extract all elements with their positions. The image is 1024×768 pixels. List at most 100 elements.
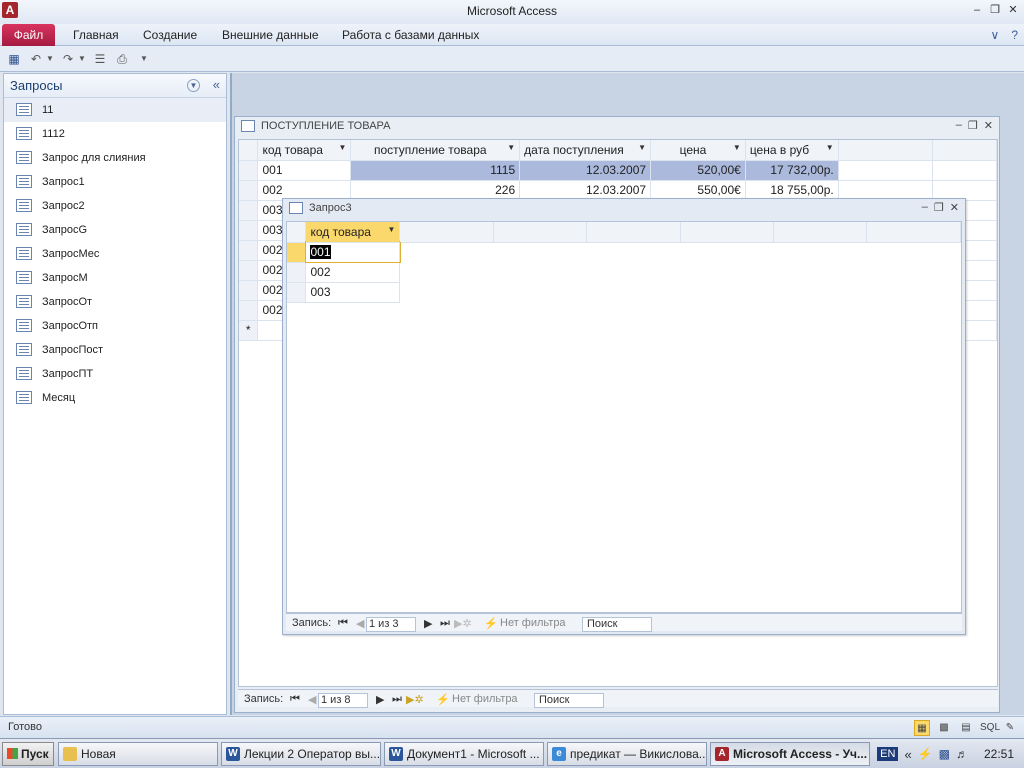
no-filter-icon[interactable]: ⚡ bbox=[484, 617, 498, 630]
taskbar-button[interactable]: e предикат — Викислова... bbox=[547, 742, 707, 766]
next-record-icon[interactable]: ▶ bbox=[424, 617, 432, 630]
table-cell[interactable]: 002 bbox=[305, 262, 401, 283]
sort-filter-icon[interactable]: ▼ bbox=[638, 143, 646, 152]
nav-item-query[interactable]: Запрос для слияния bbox=[4, 146, 226, 170]
nav-item-query[interactable]: Запрос1 bbox=[4, 170, 226, 194]
row-selector[interactable] bbox=[239, 280, 259, 301]
taskbar-button[interactable]: W Лекции 2 Оператор вы... bbox=[221, 742, 381, 766]
nav-item-query[interactable]: ЗапросМес bbox=[4, 242, 226, 266]
customize-qat-icon[interactable]: ▼ bbox=[136, 51, 152, 67]
restore-icon[interactable]: ❐ bbox=[968, 119, 978, 132]
row-selector[interactable] bbox=[239, 180, 259, 201]
sort-filter-icon[interactable]: ▼ bbox=[826, 143, 834, 152]
design-view-icon[interactable]: ✎ bbox=[1002, 720, 1018, 736]
table-cell[interactable]: 12.03.2007 bbox=[519, 160, 652, 181]
row-selector[interactable] bbox=[287, 242, 307, 263]
volume-icon[interactable]: ♬ bbox=[956, 747, 968, 761]
nav-item-query[interactable]: ЗапросПТ bbox=[4, 362, 226, 386]
nav-item-query[interactable]: Запрос2 bbox=[4, 194, 226, 218]
table-cell[interactable]: 1115 bbox=[350, 160, 521, 181]
print-icon[interactable]: ⎙ bbox=[114, 51, 130, 67]
minimize-icon[interactable]: – bbox=[970, 3, 984, 17]
last-record-icon[interactable]: ⏭ bbox=[392, 693, 402, 706]
table-cell[interactable]: 226 bbox=[350, 180, 521, 201]
filter-status[interactable]: Нет фильтра bbox=[500, 617, 566, 629]
taskbar-button[interactable]: Новая bbox=[58, 742, 218, 766]
nav-item-query[interactable]: ЗапросМ bbox=[4, 266, 226, 290]
table-row[interactable]: 001 1115 12.03.2007 520,00€ 17 732,00р. bbox=[239, 160, 997, 181]
nav-dropdown-icon[interactable]: ▼ bbox=[187, 79, 200, 92]
language-indicator[interactable]: EN bbox=[877, 747, 899, 761]
restore-icon[interactable]: ❐ bbox=[988, 3, 1002, 17]
help-icon[interactable]: ? bbox=[1011, 28, 1018, 42]
nav-item-query[interactable]: ЗапросОтп bbox=[4, 314, 226, 338]
nav-pane-title[interactable]: Запросы bbox=[10, 78, 62, 93]
sort-filter-icon[interactable]: ▼ bbox=[733, 143, 741, 152]
table-row[interactable]: 003 bbox=[287, 282, 961, 303]
nav-item-query[interactable]: 1112 bbox=[4, 122, 226, 146]
prev-record-icon[interactable]: ◀ bbox=[308, 693, 316, 706]
record-position[interactable]: 1 из 3 bbox=[366, 617, 416, 632]
minimize-icon[interactable]: – bbox=[922, 201, 928, 214]
restore-icon[interactable]: ❐ bbox=[934, 201, 944, 214]
row-selector[interactable] bbox=[287, 282, 307, 303]
save-icon[interactable]: ▦ bbox=[6, 51, 22, 67]
prev-record-icon[interactable]: ◀ bbox=[356, 617, 364, 630]
table-row[interactable]: 002 bbox=[287, 262, 961, 283]
first-record-icon[interactable]: ⏮ bbox=[290, 693, 300, 706]
row-selector[interactable] bbox=[239, 200, 259, 221]
sort-filter-icon[interactable]: ▼ bbox=[338, 143, 346, 152]
nav-item-query[interactable]: ЗапросG bbox=[4, 218, 226, 242]
close-icon[interactable]: ✕ bbox=[950, 201, 959, 214]
filter-status[interactable]: Нет фильтра bbox=[452, 693, 518, 705]
table-cell[interactable]: 18 755,00р. bbox=[745, 180, 839, 201]
column-header[interactable]: дата поступления ▼ bbox=[519, 140, 652, 161]
clock[interactable]: 22:51 bbox=[984, 747, 1014, 761]
nav-item-query[interactable]: ЗапросПост bbox=[4, 338, 226, 362]
column-header[interactable]: код товара ▼ bbox=[305, 222, 401, 243]
nav-item-query[interactable]: ЗапросОт bbox=[4, 290, 226, 314]
nav-item-query[interactable]: 11 bbox=[4, 98, 226, 122]
table-cell[interactable]: 550,00€ bbox=[650, 180, 746, 201]
tab-database-tools[interactable]: Работа с базами данных bbox=[342, 24, 479, 46]
tab-file[interactable]: Файл bbox=[2, 24, 55, 46]
close-icon[interactable]: ✕ bbox=[1006, 3, 1020, 17]
sql-view-button[interactable]: SQL bbox=[980, 720, 1000, 736]
collapse-pane-icon[interactable]: « bbox=[213, 77, 220, 92]
table-cell[interactable]: 17 732,00р. bbox=[745, 160, 839, 181]
undo-dropdown-icon[interactable]: ▼ bbox=[42, 51, 58, 67]
datasheet-view-icon[interactable]: ▦ bbox=[914, 720, 930, 736]
column-header[interactable]: код товара ▼ bbox=[257, 140, 352, 161]
start-button[interactable]: Пуск bbox=[2, 742, 54, 766]
network-icon[interactable]: ⚡ bbox=[918, 747, 933, 761]
tab-create[interactable]: Создание bbox=[143, 24, 197, 46]
tab-home[interactable]: Главная bbox=[73, 24, 119, 46]
sort-filter-icon[interactable]: ▼ bbox=[507, 143, 515, 152]
table-row[interactable]: 001 bbox=[287, 241, 961, 263]
table-cell[interactable]: 001 bbox=[304, 241, 401, 263]
record-position[interactable]: 1 из 8 bbox=[318, 693, 368, 708]
next-record-icon[interactable]: ▶ bbox=[376, 693, 384, 706]
redo-dropdown-icon[interactable]: ▼ bbox=[74, 51, 90, 67]
form-icon[interactable]: ☰ bbox=[92, 51, 108, 67]
pivot-table-icon[interactable]: ▩ bbox=[936, 720, 952, 736]
table-cell[interactable]: 520,00€ bbox=[650, 160, 746, 181]
row-selector[interactable] bbox=[239, 260, 259, 281]
close-icon[interactable]: ✕ bbox=[984, 119, 993, 132]
table-cell[interactable]: 001 bbox=[257, 160, 352, 181]
show-hidden-icons-icon[interactable]: « bbox=[904, 747, 911, 762]
select-all-cell[interactable] bbox=[239, 140, 259, 161]
table-cell[interactable]: 002 bbox=[257, 180, 352, 201]
taskbar-button-active[interactable]: A Microsoft Access - Уч... bbox=[710, 742, 870, 766]
row-selector[interactable] bbox=[239, 300, 259, 321]
new-record-marker[interactable]: * bbox=[239, 320, 259, 341]
column-header[interactable]: поступление товара ▼ bbox=[350, 140, 521, 161]
row-selector[interactable] bbox=[287, 262, 307, 283]
table-cell[interactable]: 12.03.2007 bbox=[519, 180, 652, 201]
minimize-icon[interactable]: – bbox=[956, 119, 962, 132]
table-row[interactable]: 002 226 12.03.2007 550,00€ 18 755,00р. bbox=[239, 180, 997, 201]
last-record-icon[interactable]: ⏭ bbox=[440, 617, 450, 630]
pivot-chart-icon[interactable]: ▤ bbox=[958, 720, 974, 736]
table-cell[interactable]: 003 bbox=[305, 282, 401, 303]
new-record-icon[interactable]: ▶✲ bbox=[406, 693, 424, 706]
